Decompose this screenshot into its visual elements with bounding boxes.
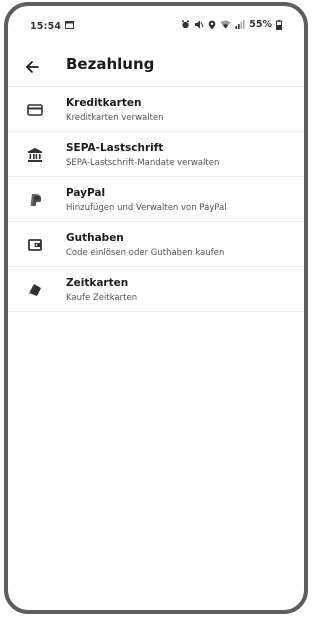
wifi-icon [220,20,231,29]
wallet-icon [25,235,45,255]
item-subtitle: Kreditkarten verwalten [66,113,164,123]
list-item-guthaben[interactable]: Guthaben Code einlösen oder Guthaben kau… [8,222,304,267]
bank-icon [25,145,45,165]
page-title: Bezahlung [66,55,155,73]
paypal-icon [25,190,45,210]
list-item-zeitkarten[interactable]: Zeitkarten Kaufe Zeitkarten [8,267,304,312]
credit-card-icon [25,100,45,120]
item-subtitle: Code einlösen oder Guthaben kaufen [66,248,225,258]
battery-percent: 55% [249,19,272,30]
list-item-sepa-lastschrift[interactable]: SEPA-Lastschrift SEPA-Lastschrift-Mandat… [8,132,304,177]
app-bar: Bezahlung [8,46,304,87]
status-left: 15:54 [30,20,75,32]
list-item-paypal[interactable]: PayPal Hinzufügen und Verwalten von PayP… [8,177,304,222]
item-title: PayPal [66,187,106,199]
item-title: Kreditkarten [66,97,142,109]
payment-options-list: Kreditkarten Kreditkarten verwalten SEPA… [8,87,304,312]
mute-icon [194,20,204,29]
status-right: 55% [181,19,282,30]
arrow-left-icon [26,61,39,73]
back-button[interactable] [20,55,44,79]
item-subtitle: Kaufe Zeitkarten [66,293,138,303]
item-title: SEPA-Lastschrift [66,142,164,154]
item-title: Guthaben [66,232,124,244]
calendar-icon [65,20,75,32]
item-subtitle: Hinzufügen und Verwalten von PayPal [66,203,227,213]
location-icon [208,20,216,30]
signal-icon [235,20,245,29]
status-time: 15:54 [30,20,62,32]
ticket-cards-icon [25,280,45,300]
list-item-kreditkarten[interactable]: Kreditkarten Kreditkarten verwalten [8,87,304,132]
battery-icon [276,19,282,30]
item-subtitle: SEPA-Lastschrift-Mandate verwalten [66,158,220,168]
alarm-icon [181,20,190,29]
status-bar: 15:54 55% [8,6,304,46]
phone-frame: 15:54 55% Bezahlung Kreditkarten Kreditk… [4,2,308,614]
item-title: Zeitkarten [66,277,129,289]
